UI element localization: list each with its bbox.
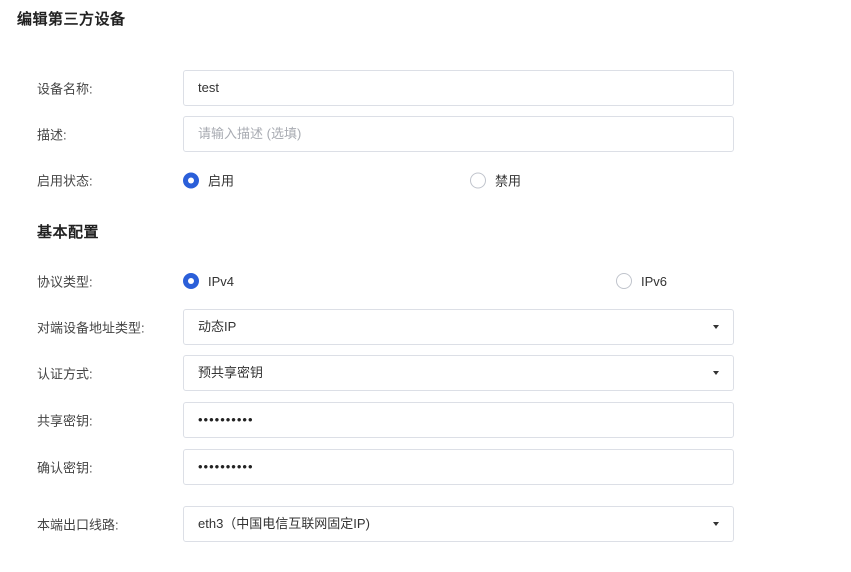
confirm-key-label: 确认密钥: <box>37 460 93 476</box>
caret-down-icon <box>713 371 719 375</box>
description-input[interactable]: 请输入描述 (选填) <box>183 116 734 152</box>
peer-address-type-select[interactable]: 动态IP <box>183 309 734 345</box>
shared-key-input[interactable]: •••••••••• <box>183 402 734 438</box>
local-outlet-value: eth3（中国电信互联网固定IP) <box>198 516 370 531</box>
device-name-label: 设备名称: <box>37 81 93 97</box>
section-title-basic-config: 基本配置 <box>37 224 100 241</box>
auth-method-row: 认证方式: 预共享密钥 <box>0 355 851 391</box>
protocol-type-label: 协议类型: <box>37 274 93 290</box>
device-name-row: 设备名称: test <box>0 70 851 106</box>
radio-ipv4-circle[interactable] <box>183 273 199 289</box>
local-outlet-row: 本端出口线路: eth3（中国电信互联网固定IP) <box>0 506 851 542</box>
description-label: 描述: <box>37 127 67 143</box>
device-name-input[interactable]: test <box>183 70 734 106</box>
caret-down-icon <box>713 522 719 526</box>
enable-status-row: 启用状态: 启用 禁用 <box>0 162 851 198</box>
peer-address-type-row: 对端设备地址类型: 动态IP <box>0 309 851 345</box>
confirm-key-row: 确认密钥: •••••••••• <box>0 449 851 485</box>
enable-status-label: 启用状态: <box>37 173 93 189</box>
radio-enable-label: 启用 <box>208 173 235 189</box>
peer-address-type-value: 动态IP <box>198 319 237 334</box>
page-title: 编辑第三方设备 <box>17 11 126 28</box>
auth-method-label: 认证方式: <box>37 366 93 382</box>
radio-disable-circle[interactable] <box>470 172 486 188</box>
radio-ipv6[interactable]: IPv6 <box>616 273 667 289</box>
auth-method-value: 预共享密钥 <box>198 365 264 380</box>
peer-address-type-label: 对端设备地址类型: <box>37 320 145 336</box>
radio-ipv6-circle[interactable] <box>616 273 632 289</box>
shared-key-label: 共享密钥: <box>37 413 93 429</box>
radio-disable-label: 禁用 <box>495 173 522 189</box>
caret-down-icon <box>713 325 719 329</box>
protocol-type-row: 协议类型: IPv4 IPv6 <box>0 263 851 299</box>
radio-ipv6-label: IPv6 <box>641 273 668 289</box>
auth-method-select[interactable]: 预共享密钥 <box>183 355 734 391</box>
shared-key-row: 共享密钥: •••••••••• <box>0 402 851 438</box>
radio-enable[interactable]: 启用 <box>183 171 234 190</box>
local-outlet-label: 本端出口线路: <box>37 517 119 533</box>
radio-ipv4-label: IPv4 <box>208 273 235 289</box>
radio-enable-circle[interactable] <box>183 172 199 188</box>
radio-disable[interactable]: 禁用 <box>470 171 521 190</box>
radio-ipv4[interactable]: IPv4 <box>183 273 234 289</box>
local-outlet-select[interactable]: eth3（中国电信互联网固定IP) <box>183 506 734 542</box>
confirm-key-input[interactable]: •••••••••• <box>183 449 734 485</box>
description-row: 描述: 请输入描述 (选填) <box>0 116 851 152</box>
